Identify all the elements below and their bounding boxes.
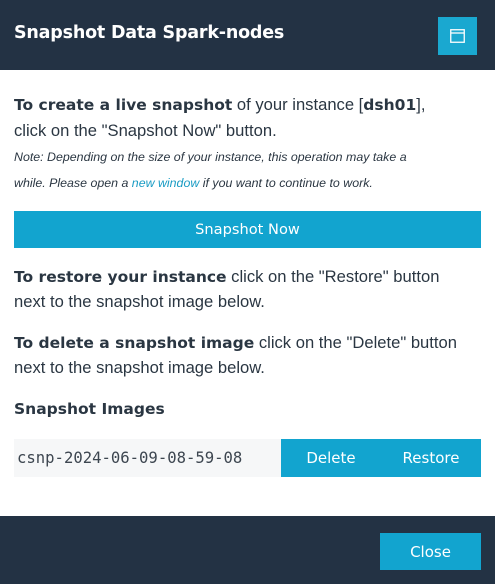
- new-window-link[interactable]: new window: [132, 176, 200, 190]
- create-instruction-line2: click on the "Snapshot Now" button.: [14, 121, 277, 140]
- maximize-button[interactable]: [438, 17, 477, 55]
- snapshot-row: csnp-2024-06-09-08-59-08 Delete Restore: [14, 439, 481, 477]
- create-instruction: To create a live snapshot of your instan…: [14, 95, 426, 114]
- create-note-line2: while. Please open a new window if you w…: [14, 176, 373, 190]
- restore-instruction-line2: next to the snapshot image below.: [14, 292, 265, 311]
- delete-instruction: To delete a snapshot image click on the …: [14, 333, 457, 352]
- delete-snapshot-button[interactable]: Delete: [281, 439, 381, 477]
- delete-instruction-line2: next to the snapshot image below.: [14, 358, 265, 377]
- dialog-header: Snapshot Data Spark-nodes: [0, 0, 495, 70]
- create-note: Note: Depending on the size of your inst…: [14, 150, 407, 164]
- restore-instruction: To restore your instance click on the "R…: [14, 267, 440, 286]
- window-maximize-icon: [450, 29, 465, 43]
- close-button[interactable]: Close: [380, 533, 481, 570]
- snapshot-name: csnp-2024-06-09-08-59-08: [14, 439, 281, 477]
- snapshot-now-button[interactable]: Snapshot Now: [14, 211, 481, 248]
- instance-name: dsh01: [363, 96, 417, 114]
- restore-snapshot-button[interactable]: Restore: [381, 439, 481, 477]
- snapshot-images-heading: Snapshot Images: [14, 400, 165, 418]
- dialog-title: Snapshot Data Spark-nodes: [14, 23, 285, 43]
